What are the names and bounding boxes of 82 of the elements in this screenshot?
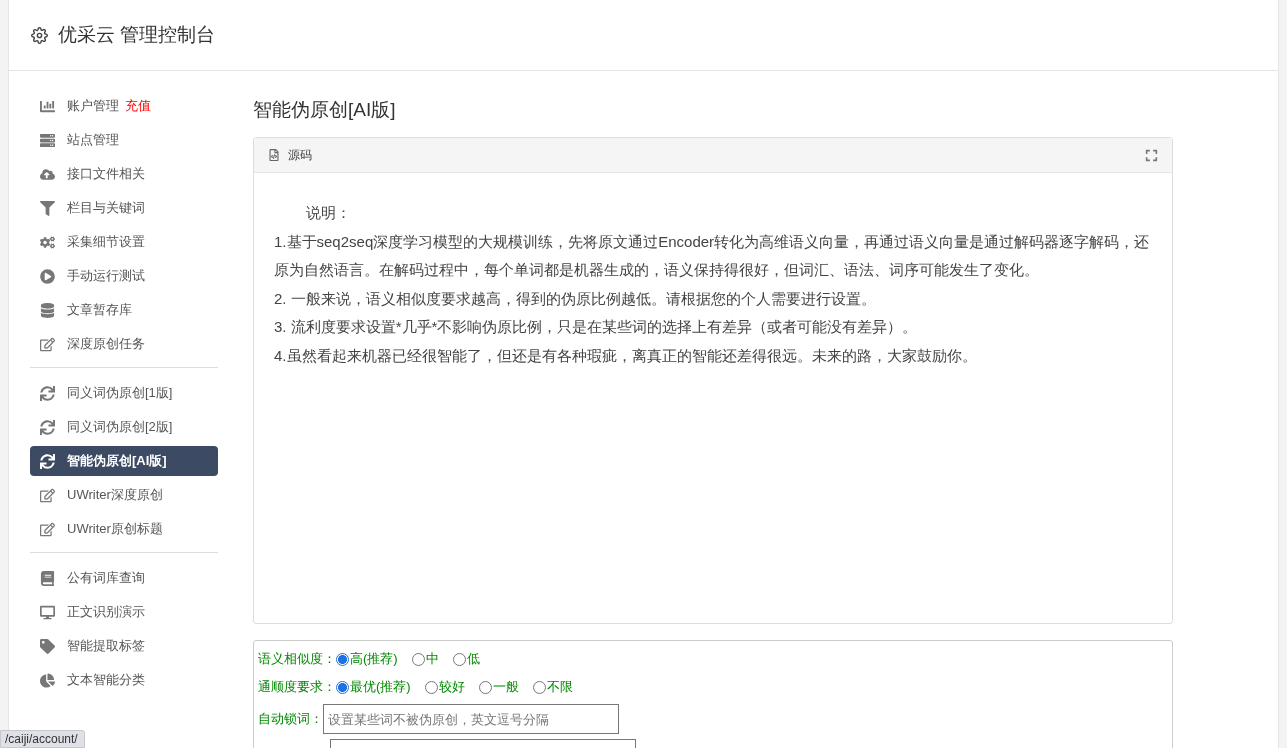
radio-button[interactable] bbox=[478, 680, 492, 694]
expand-icon[interactable] bbox=[1145, 148, 1158, 162]
sidebar-item[interactable]: 正文识别演示 bbox=[30, 597, 218, 627]
sidebar-item[interactable]: 深度原创任务 bbox=[30, 329, 218, 359]
item-label: UWriter原创标题 bbox=[67, 520, 163, 538]
edit-icon bbox=[40, 521, 55, 537]
source-tab[interactable]: 源码 bbox=[288, 146, 312, 164]
edit-icon bbox=[40, 487, 55, 503]
radio-option[interactable]: 较好 bbox=[424, 678, 465, 696]
radio-option[interactable]: 高(推荐) bbox=[336, 650, 398, 668]
sidebar-item[interactable]: 文章暂存库 bbox=[30, 295, 218, 325]
edit-icon bbox=[40, 336, 55, 352]
sidebar-item[interactable]: 账户管理 充值 bbox=[30, 91, 218, 121]
item-label: 文本智能分类 bbox=[67, 671, 145, 689]
radio-option[interactable]: 最优(推荐) bbox=[336, 678, 411, 696]
item-label: 手动运行测试 bbox=[67, 267, 145, 285]
pie-chart-icon bbox=[40, 672, 55, 688]
option-label: 语义相似度： bbox=[258, 650, 336, 668]
sidebar-item[interactable]: 接口文件相关 bbox=[30, 159, 218, 189]
radio-button[interactable] bbox=[452, 652, 466, 666]
radio-option[interactable]: 不限 bbox=[532, 678, 573, 696]
item-label: 站点管理 bbox=[67, 131, 119, 149]
gears-icon bbox=[40, 234, 55, 250]
item-label: 智能提取标签 bbox=[67, 637, 145, 655]
item-label: 智能伪原创[AI版] bbox=[67, 452, 167, 470]
item-label: 同义词伪原创[1版] bbox=[67, 384, 173, 402]
sidebar-item[interactable]: 手动运行测试 bbox=[30, 261, 218, 291]
sidebar-item[interactable]: 公有词库查询 bbox=[30, 563, 218, 593]
sidebar-item[interactable]: 采集细节设置 bbox=[30, 227, 218, 257]
radio-option[interactable]: 一般 bbox=[478, 678, 519, 696]
sidebar-item[interactable]: 同义词伪原创[2版] bbox=[30, 412, 218, 442]
bar-chart-icon bbox=[40, 98, 55, 114]
refresh-icon bbox=[40, 419, 55, 435]
refresh-icon bbox=[40, 453, 55, 469]
description-text: 4.虽然看起来机器已经很智能了，但还是有各种瑕疵，离真正的智能还差得很远。未来的路，大家鼓励你。 bbox=[274, 345, 978, 366]
code-file-icon bbox=[268, 149, 280, 161]
item-label: 采集细节设置 bbox=[67, 233, 145, 251]
radio-button[interactable] bbox=[336, 652, 349, 666]
app-title: 优采云 管理控制台 bbox=[58, 23, 216, 47]
radio-option[interactable]: 低 bbox=[452, 650, 480, 668]
radio-button[interactable] bbox=[411, 652, 425, 666]
sidebar-item[interactable]: 栏目与关键词 bbox=[30, 193, 218, 223]
item-label: UWriter深度原创 bbox=[67, 486, 163, 504]
sidebar-item[interactable]: 智能伪原创[AI版] bbox=[30, 446, 218, 476]
cloud-upload-icon bbox=[40, 166, 55, 182]
sidebar-item[interactable]: 站点管理 bbox=[30, 125, 218, 155]
sidebar-item[interactable]: UWriter深度原创 bbox=[30, 480, 218, 510]
radio-button[interactable] bbox=[532, 680, 546, 694]
page-title: 智能伪原创[AI版] bbox=[253, 98, 397, 122]
item-label: 账户管理 bbox=[67, 97, 119, 115]
lock-words-field[interactable]: 设置某些词不被伪原创，英文逗号分隔 bbox=[323, 704, 619, 734]
item-label: 正文识别演示 bbox=[67, 603, 145, 621]
sidebar-item[interactable]: 文本智能分类 bbox=[30, 665, 218, 695]
monitor-icon bbox=[40, 604, 55, 620]
description-text: 说明： bbox=[305, 203, 352, 223]
sidebar-item[interactable]: UWriter原创标题 bbox=[30, 514, 218, 544]
refresh-icon bbox=[40, 385, 55, 401]
book-icon bbox=[40, 570, 55, 586]
sidebar-item[interactable]: 智能提取标签 bbox=[30, 631, 218, 661]
recharge-link[interactable]: 充值 bbox=[125, 97, 151, 115]
option-label: 通顺度要求： bbox=[258, 678, 336, 696]
description-text: 3. 流利度要求设置*几乎*不影响伪原比例，只是在某些词的选择上有差异（或者可能没有差异）。 bbox=[274, 317, 919, 337]
tag-icon bbox=[40, 638, 55, 654]
description-text: 1.基于seq2seq深度学习模型的大规模训练，先将原文通过Encoder转化为高维语义向量，再通过语义向量是通过解码器逐字解码，还原为自然语言。在解码过程中，每个单词都是机器生成的，语义保持得很好，但词汇、语法、词序可能发生了变化。 bbox=[274, 231, 1151, 280]
server-icon bbox=[40, 132, 55, 148]
radio-option[interactable]: 中 bbox=[411, 650, 439, 668]
sidebar-item[interactable]: 同义词伪原创[1版] bbox=[30, 378, 218, 408]
item-label: 深度原创任务 bbox=[67, 335, 145, 353]
radio-button[interactable] bbox=[424, 680, 438, 694]
item-label: 栏目与关键词 bbox=[67, 199, 145, 217]
settings-icon bbox=[31, 26, 48, 44]
item-label: 接口文件相关 bbox=[67, 165, 145, 183]
item-label: 同义词伪原创[2版] bbox=[67, 418, 173, 436]
description-text: 2. 一般来说，语义相似度要求越高，得到的伪原比例越低。请根据您的个人需要进行设置。 bbox=[274, 288, 877, 309]
item-label: 文章暂存库 bbox=[67, 301, 132, 319]
item-label: 公有词库查询 bbox=[67, 569, 145, 587]
database-icon bbox=[40, 302, 55, 318]
play-icon bbox=[40, 268, 55, 284]
option-label: 自动锁词： bbox=[258, 710, 323, 728]
status-url-tooltip: /caiji/account/ bbox=[0, 730, 85, 748]
filter-icon bbox=[40, 200, 55, 216]
radio-button[interactable] bbox=[336, 680, 349, 694]
